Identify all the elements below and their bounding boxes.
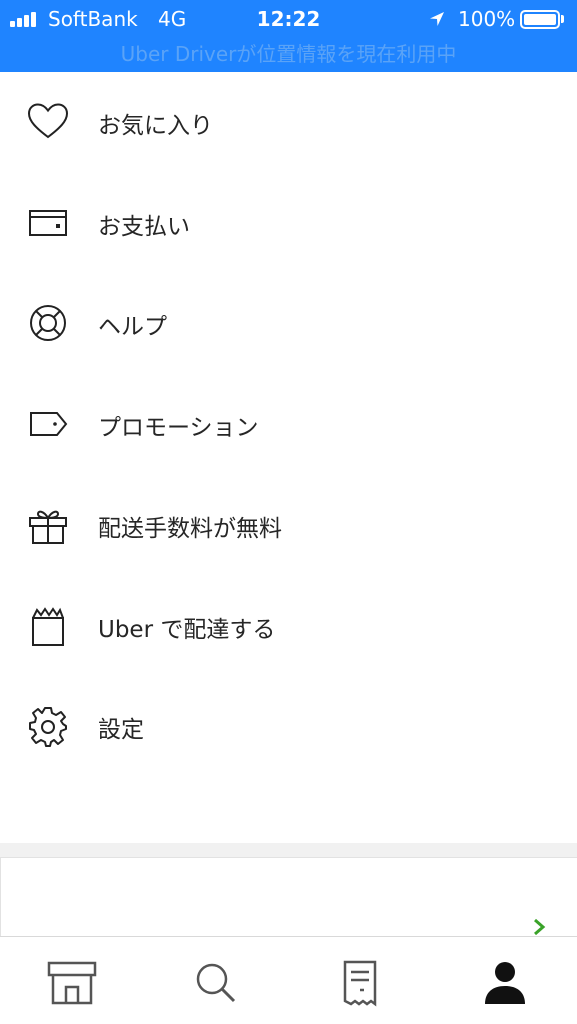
tab-orders[interactable] bbox=[288, 937, 432, 1024]
section-divider bbox=[0, 843, 577, 857]
promo-card[interactable] bbox=[0, 857, 577, 937]
battery-icon bbox=[520, 10, 560, 29]
status-row: SoftBank 4G 12:22 100% bbox=[0, 0, 577, 38]
wallet-icon bbox=[26, 201, 70, 245]
menu-item-label: お支払い bbox=[98, 214, 190, 240]
gear-icon bbox=[26, 704, 70, 748]
location-arrow-icon bbox=[430, 12, 444, 26]
battery-tip bbox=[561, 15, 564, 23]
menu-item-favorites[interactable]: お気に入り bbox=[0, 72, 577, 172]
menu-item-promotions[interactable]: プロモーション bbox=[0, 374, 577, 474]
status-bar: SoftBank 4G 12:22 100% Uber Driverが位置情報を… bbox=[0, 0, 577, 72]
tab-search[interactable] bbox=[144, 937, 288, 1024]
menu-item-label: プロモーション bbox=[98, 415, 259, 441]
menu-item-deliver-with-uber[interactable]: Uber で配達する bbox=[0, 576, 577, 676]
person-icon bbox=[485, 962, 525, 1004]
location-in-use-banner[interactable]: Uber Driverが位置情報を現在利用中 bbox=[0, 38, 577, 68]
menu-item-label: Uber で配達する bbox=[98, 617, 276, 643]
menu-item-label: 配送手数料が無料 bbox=[98, 516, 282, 542]
menu-item-label: ヘルプ bbox=[98, 314, 167, 340]
receipt-icon bbox=[343, 960, 377, 1007]
shopping-bag-icon bbox=[26, 604, 70, 648]
store-icon bbox=[47, 961, 97, 1005]
tab-home[interactable] bbox=[0, 937, 144, 1024]
heart-icon bbox=[26, 100, 70, 144]
menu-item-settings[interactable]: 設定 bbox=[0, 676, 577, 776]
tab-account[interactable] bbox=[433, 937, 577, 1024]
tag-icon bbox=[26, 402, 70, 446]
lifebuoy-icon bbox=[26, 301, 70, 345]
menu-item-help[interactable]: ヘルプ bbox=[0, 273, 577, 373]
battery-percent: 100% bbox=[458, 7, 516, 31]
menu-item-payment[interactable]: お支払い bbox=[0, 173, 577, 273]
chevron-right-icon[interactable] bbox=[531, 916, 547, 938]
bottom-tab-bar bbox=[0, 936, 577, 1024]
menu-item-label: 設定 bbox=[98, 717, 144, 743]
gift-icon bbox=[26, 503, 70, 547]
menu-item-label: お気に入り bbox=[98, 113, 213, 139]
menu-item-free-delivery[interactable]: 配送手数料が無料 bbox=[0, 475, 577, 575]
search-icon bbox=[196, 963, 236, 1003]
